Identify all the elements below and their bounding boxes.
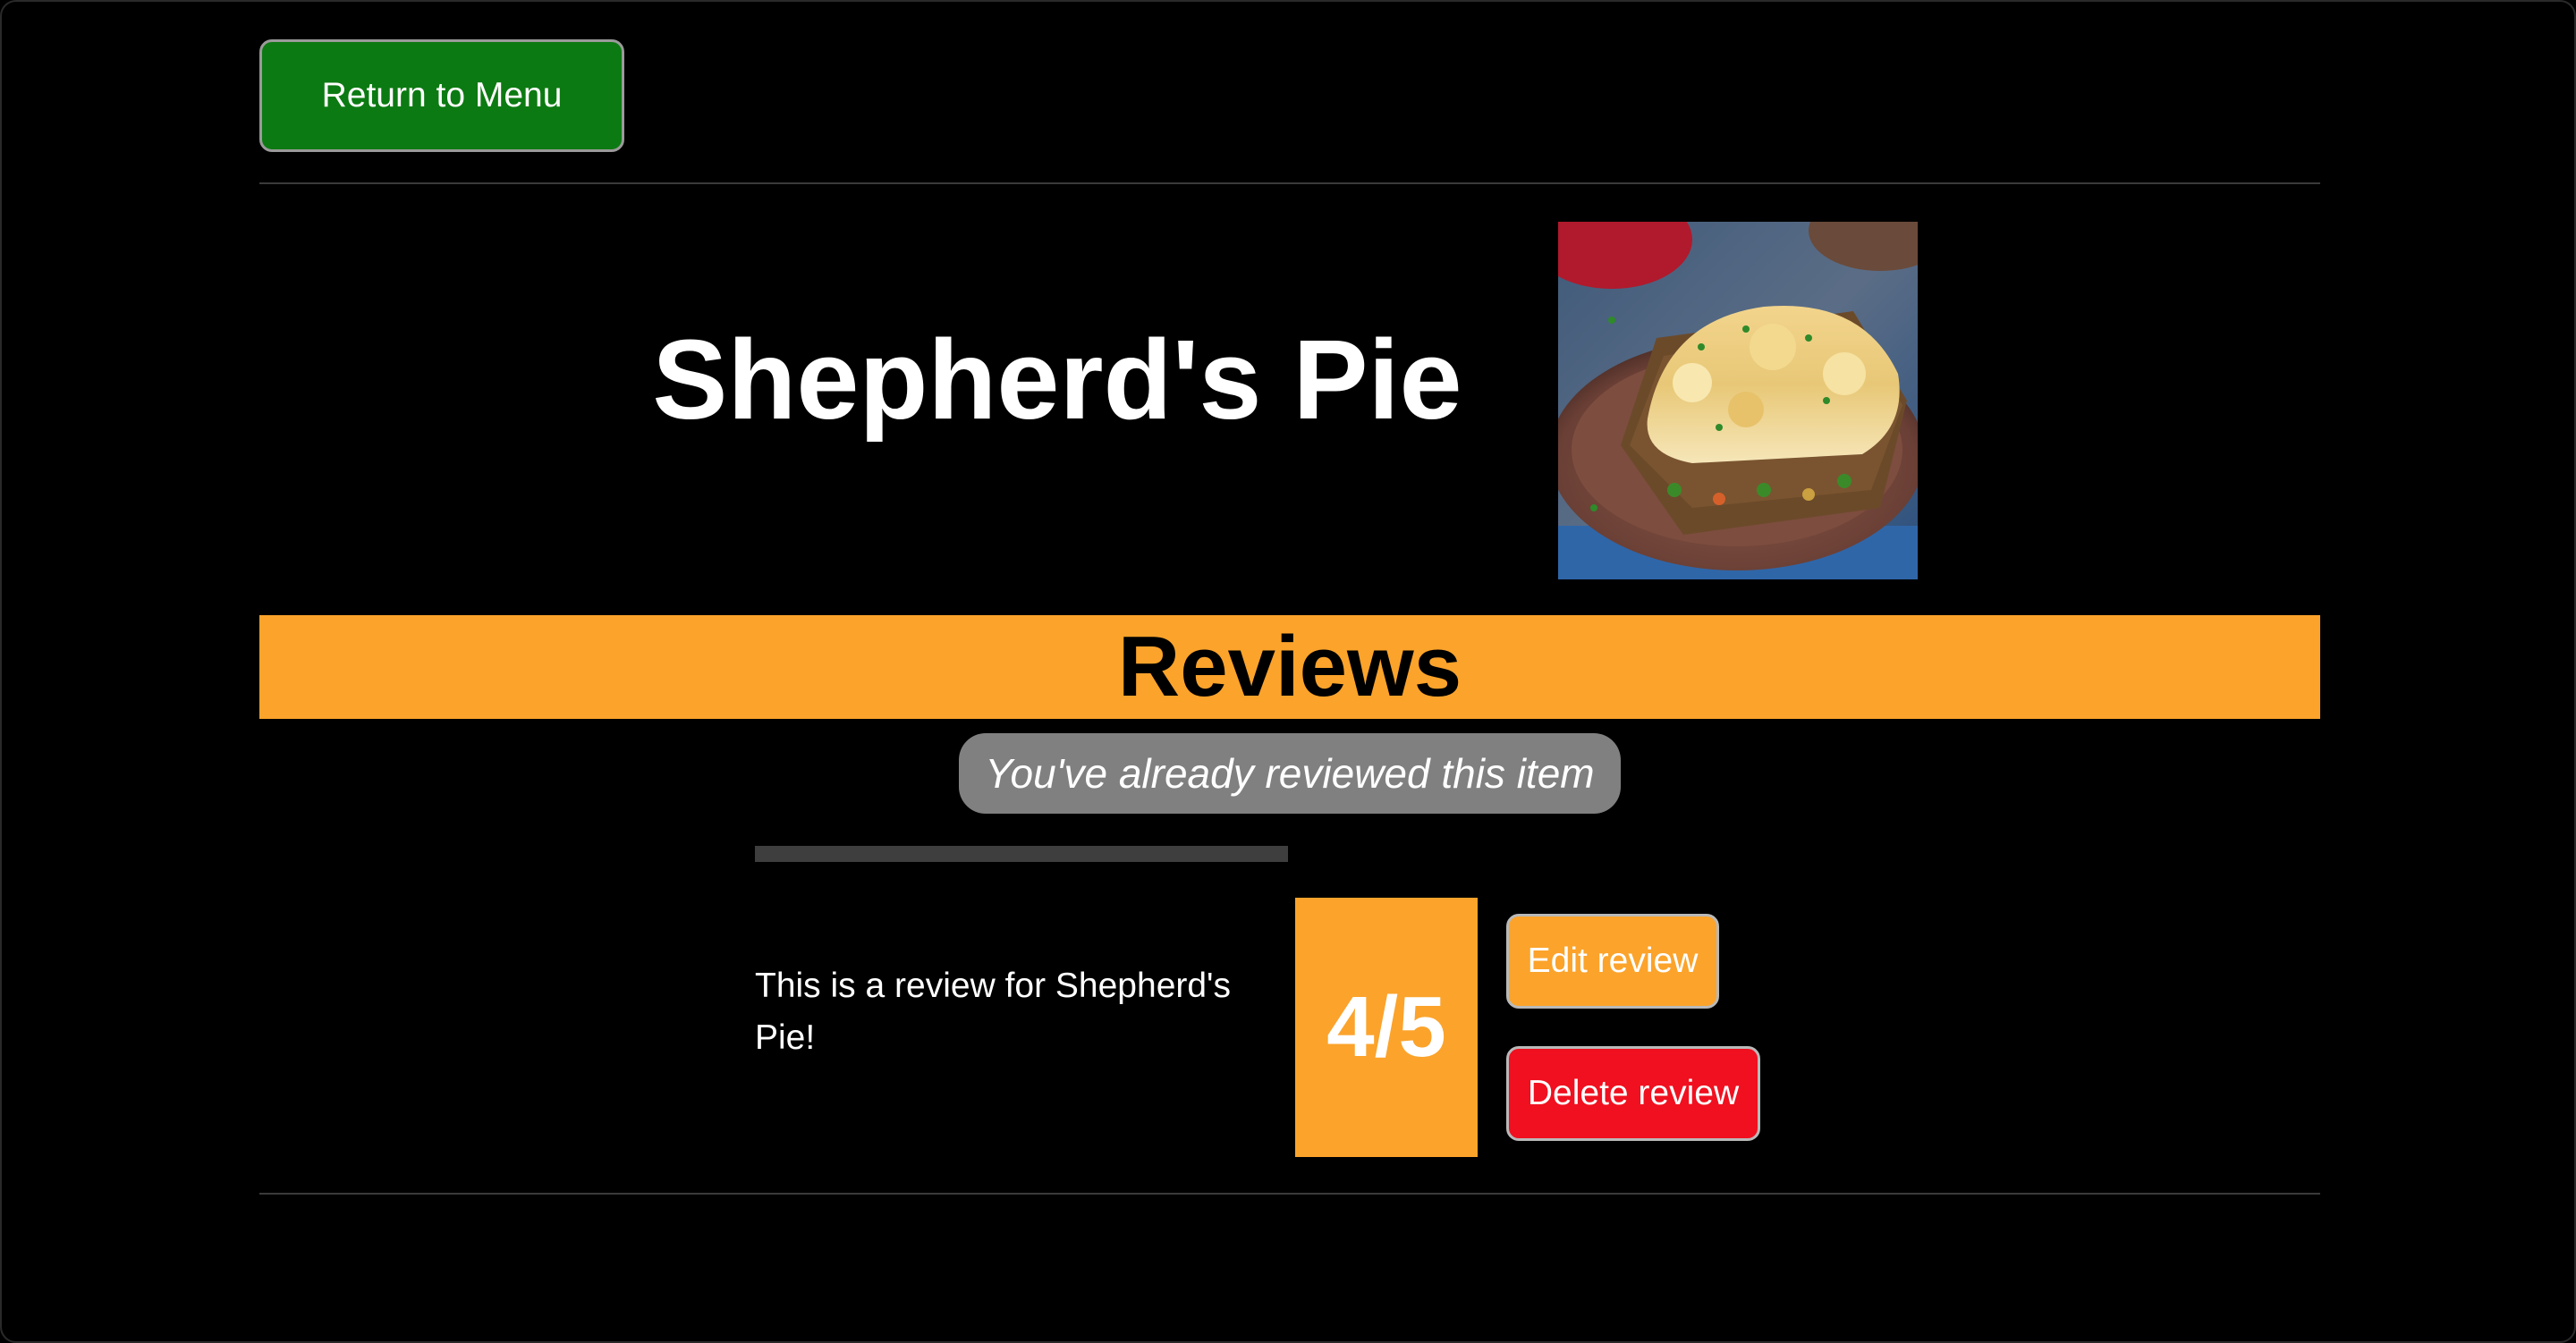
return-to-menu-button[interactable]: Return to Menu xyxy=(259,39,624,152)
edit-review-button[interactable]: Edit review xyxy=(1506,914,1719,1009)
reviews-heading: Reviews xyxy=(1117,619,1462,714)
page-frame: Return to Menu Shepherd's Pie Reviews Yo… xyxy=(0,0,2576,1343)
review-separator xyxy=(755,846,1288,862)
bottom-divider xyxy=(259,1193,2320,1195)
top-divider xyxy=(259,182,2320,184)
reviews-header-bar: Reviews xyxy=(259,615,2320,719)
item-image xyxy=(1558,222,1918,579)
item-title: Shepherd's Pie xyxy=(652,317,1462,443)
review-text: This is a review for Shepherd's Pie! xyxy=(755,967,1232,1057)
review-rating: 4/5 xyxy=(1295,898,1478,1157)
already-reviewed-notice: You've already reviewed this item xyxy=(959,733,1621,814)
delete-review-button[interactable]: Delete review xyxy=(1506,1046,1760,1141)
